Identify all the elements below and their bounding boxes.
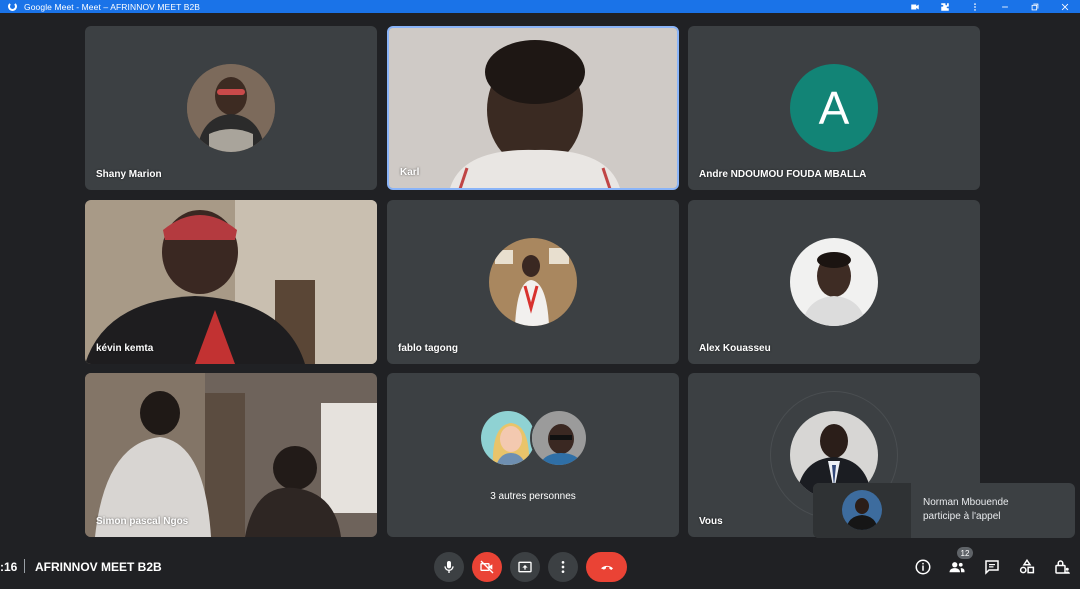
more-vert-icon[interactable]	[960, 0, 990, 13]
participant-tile-andre-ndoumou[interactable]: A Andre NDOUMOU FOUDA MBALLA	[688, 26, 980, 190]
avatar	[790, 238, 878, 326]
participant-name: Andre NDOUMOU FOUDA MBALLA	[699, 169, 867, 180]
participant-name: Karl	[400, 167, 420, 178]
microphone-button[interactable]	[434, 552, 464, 582]
participants-button[interactable]	[947, 557, 967, 577]
camera-off-button[interactable]	[472, 552, 502, 582]
others-label: 3 autres personnes	[490, 491, 576, 502]
window-titlebar: Google Meet - Meet – AFRINNOV MEET B2B	[0, 0, 1080, 13]
participant-name: kévin kemta	[96, 343, 154, 354]
more-options-button[interactable]	[548, 552, 578, 582]
chat-icon	[985, 560, 999, 575]
lock-person-icon	[1055, 560, 1070, 574]
present-to-all-icon	[518, 561, 532, 573]
participant-tile-simon-pascal-ngos[interactable]: Simon pascal Ngos	[85, 373, 377, 537]
participant-tile-fablo-tagong[interactable]: fablo tagong	[387, 200, 679, 364]
mic-icon	[444, 561, 454, 573]
participant-count-badge: 12	[957, 547, 973, 559]
videocam-off-icon	[480, 560, 494, 574]
more-vert-icon	[561, 561, 565, 573]
camera-icon[interactable]	[900, 0, 930, 13]
participant-name: Simon pascal Ngos	[96, 516, 189, 527]
participant-tile-kevin-kemta[interactable]: kévin kemta	[85, 200, 377, 364]
video-feed	[389, 28, 677, 188]
extensions-icon[interactable]	[930, 0, 960, 13]
minimize-button[interactable]	[990, 0, 1020, 13]
avatar	[842, 490, 882, 530]
host-controls-button[interactable]	[1052, 557, 1072, 577]
restore-button[interactable]	[1020, 0, 1050, 13]
video-feed	[85, 373, 377, 537]
join-notification[interactable]: Norman Mbouende participe à l'appel	[813, 483, 1075, 538]
participant-tile-others[interactable]: 3 autres personnes	[387, 373, 679, 537]
notification-thumbnail	[813, 483, 911, 538]
participant-name: Vous	[699, 516, 723, 527]
notification-action: participe à l'appel	[923, 511, 1001, 522]
close-button[interactable]	[1050, 0, 1080, 13]
people-icon	[949, 562, 965, 573]
meeting-details-button[interactable]	[913, 557, 933, 577]
shapes-icon	[1019, 558, 1035, 574]
participant-name: Alex Kouasseu	[699, 343, 771, 354]
participant-tile-alex-kouasseu[interactable]: Alex Kouasseu	[688, 200, 980, 364]
meeting-controls-bar: :16 AFRINNOV MEET B2B	[0, 543, 1080, 589]
notification-name: Norman Mbouende	[923, 497, 1009, 508]
call-end-icon	[600, 565, 613, 570]
info-icon	[915, 559, 931, 575]
participant-name: fablo tagong	[398, 343, 458, 354]
video-feed	[85, 200, 377, 364]
divider	[24, 559, 25, 573]
activities-button[interactable]	[1017, 557, 1037, 577]
participant-tile-shany-marion[interactable]: Shany Marion	[85, 26, 377, 190]
participant-tile-karl[interactable]: Karl	[387, 26, 679, 190]
chat-button[interactable]	[982, 557, 1002, 577]
meeting-title: AFRINNOV MEET B2B	[35, 560, 162, 574]
notification-text: Norman Mbouende participe à l'appel	[923, 496, 1068, 524]
clock-time: :16	[0, 560, 18, 574]
avatar	[187, 64, 275, 152]
avatar	[479, 409, 537, 467]
avatar	[489, 238, 577, 326]
present-screen-button[interactable]	[510, 552, 540, 582]
participant-name: Shany Marion	[96, 169, 162, 180]
avatar	[530, 409, 588, 467]
window-title: Google Meet - Meet – AFRINNOV MEET B2B	[24, 1, 201, 12]
leave-call-button[interactable]	[586, 552, 627, 582]
reload-icon[interactable]	[8, 2, 17, 11]
avatar-letter: A	[790, 64, 878, 152]
